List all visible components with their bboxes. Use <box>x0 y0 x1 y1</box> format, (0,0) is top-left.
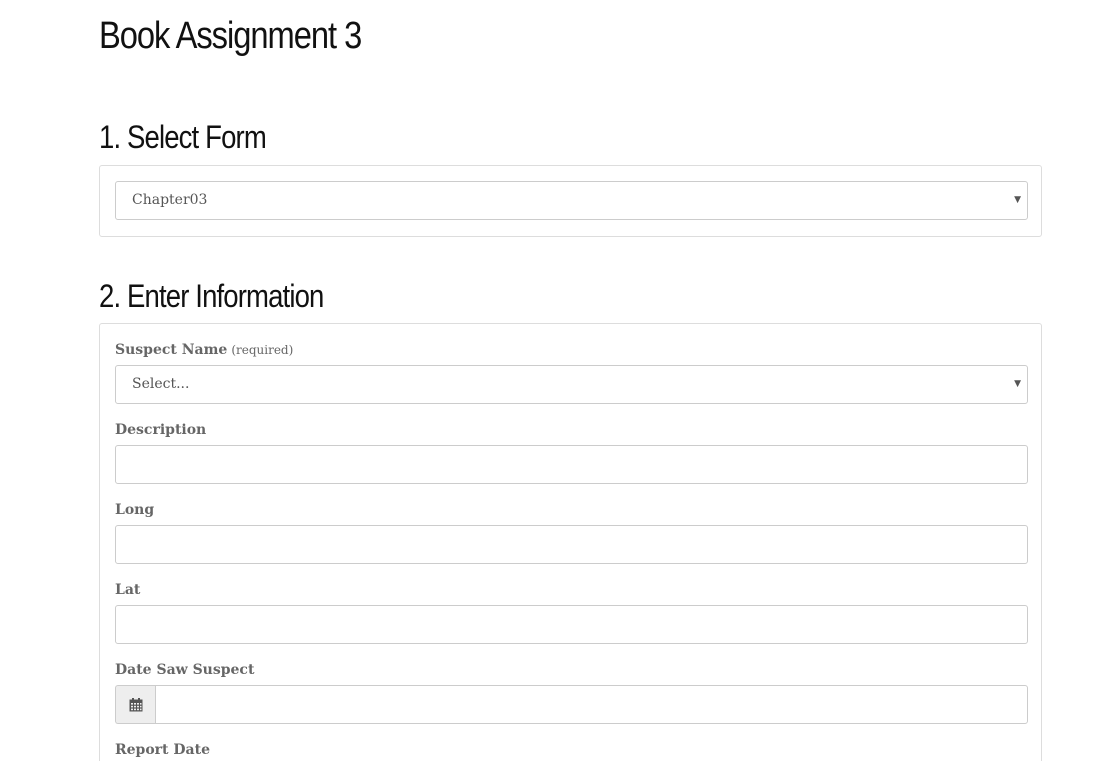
description-input[interactable] <box>115 445 1028 484</box>
long-input[interactable] <box>115 525 1028 564</box>
date-saw-suspect-label: Date Saw Suspect <box>115 662 255 678</box>
suspect-name-label-text: Suspect Name <box>115 342 228 358</box>
enter-information-heading: 2. Enter Information <box>99 278 324 314</box>
select-form-heading: 1. Select Form <box>99 119 267 155</box>
date-saw-suspect-group <box>115 685 1028 724</box>
lat-input[interactable] <box>115 605 1028 644</box>
long-label: Long <box>115 502 155 518</box>
suspect-name-select-value: Select... <box>132 376 190 392</box>
enter-information-panel: Suspect Name (required) Select... ▼ Descr… <box>99 323 1042 761</box>
description-label: Description <box>115 422 207 438</box>
page-title: Book Assignment 3 <box>99 15 362 57</box>
chevron-down-icon: ▼ <box>1014 379 1021 389</box>
report-date-label: Report Date <box>115 742 210 758</box>
form-select[interactable]: Chapter03 ▼ <box>115 181 1028 220</box>
suspect-name-label: Suspect Name (required) <box>115 341 293 359</box>
required-hint: (required) <box>231 343 294 357</box>
chevron-down-icon: ▼ <box>1014 195 1021 205</box>
form-select-value: Chapter03 <box>132 192 208 208</box>
calendar-icon <box>129 697 142 711</box>
calendar-addon[interactable] <box>115 685 155 724</box>
select-form-panel: Chapter03 ▼ <box>99 165 1042 237</box>
lat-label: Lat <box>115 582 141 598</box>
suspect-name-select[interactable]: Select... ▼ <box>115 365 1028 404</box>
date-saw-suspect-input[interactable] <box>155 685 1028 724</box>
